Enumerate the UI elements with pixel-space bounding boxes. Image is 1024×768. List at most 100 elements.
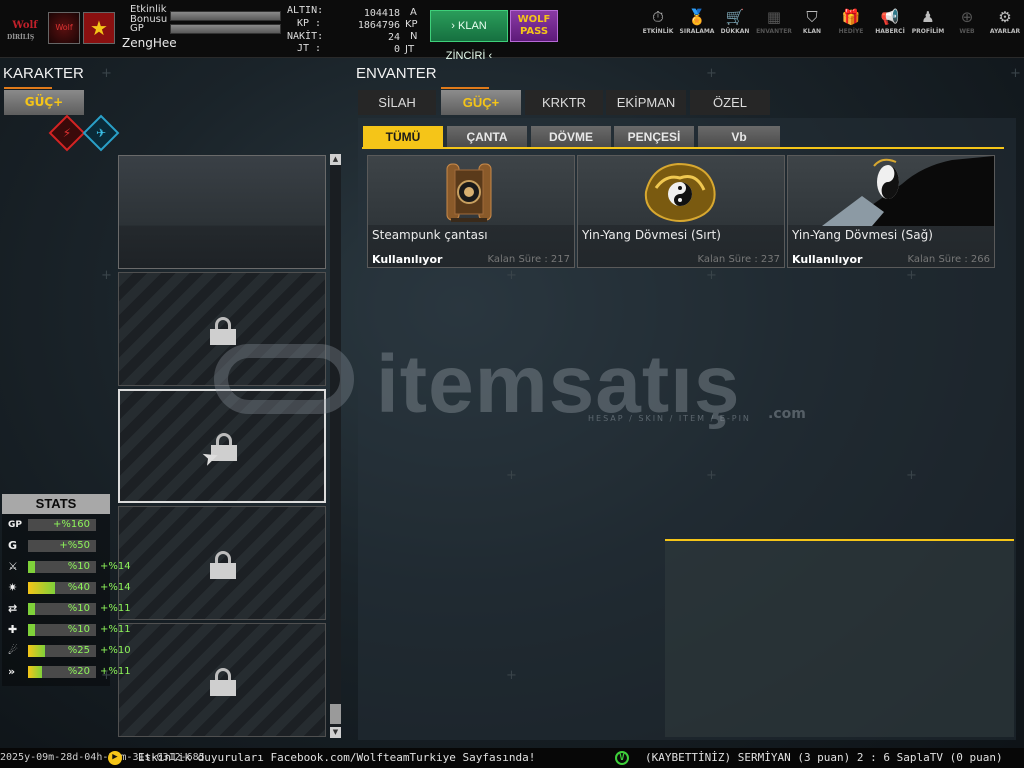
gp-icon: GP [8, 520, 22, 530]
nav-etkinlik[interactable]: ⏱ ETKİNLİK [638, 8, 678, 44]
nav-siralama[interactable]: 🏅 SIRALAMA [677, 8, 717, 44]
nav-label: HEDİYE [838, 28, 864, 35]
item-remaining-time: Kalan Süre : 266 [907, 254, 990, 265]
nav-web[interactable]: ⊕ WEB [947, 8, 987, 44]
nav-label: WEB [959, 28, 975, 35]
stat-row: ⇄ %10 +%11 [4, 602, 134, 616]
swap-icon: ⇄ [8, 602, 18, 615]
stat-bonus: +%14 [100, 561, 131, 572]
stat-value: %25 [67, 645, 90, 656]
item-remaining-time: Kalan Süre : 217 [487, 254, 570, 265]
news-ticker: 2025y-09m-28d-04h-23m-31s-0312-685 ▶ Etk… [0, 748, 1024, 768]
g-icon: G [8, 539, 18, 552]
burst-icon: ✷ [8, 581, 18, 594]
medal-icon: 🏅 [687, 8, 707, 26]
steampunk-bag-icon [443, 160, 495, 224]
character-slot-2[interactable] [118, 272, 326, 386]
rank-badge-icon[interactable]: ★ [83, 12, 115, 44]
event-bonus-bar [170, 11, 281, 21]
gp-label: GP [130, 23, 144, 34]
item-name: Steampunk çantası [372, 228, 488, 242]
character-slot-1[interactable] [118, 155, 326, 269]
event-bonus-label: Etkinlik Bonusu [130, 4, 168, 25]
tab-guc-plus-inventory[interactable]: GÜÇ+ [441, 90, 521, 115]
stat-value: %10 [67, 624, 90, 635]
nav-ayarlar[interactable]: ⚙ AYARLAR [985, 8, 1024, 44]
tab-ekipman[interactable]: EKİPMAN [606, 90, 686, 115]
tab-ozel[interactable]: ÖZEL [690, 90, 770, 115]
nav-label: ETKİNLİK [642, 28, 674, 35]
nakit-label: NAKİT: [287, 31, 324, 42]
decor-plus: + [101, 268, 112, 283]
lock-icon [210, 317, 236, 345]
scroll-up-icon[interactable]: ▲ [330, 154, 341, 165]
agility-class-icon[interactable]: ✈ [82, 114, 120, 152]
decor-plus: + [906, 468, 917, 483]
clan-badge[interactable]: Wolf [48, 12, 80, 44]
stat-value: %10 [67, 561, 90, 572]
clan-chain-button[interactable]: › KLAN ZİNCİRİ ‹ [430, 10, 508, 62]
decor-plus: + [1010, 66, 1021, 81]
nav-profilim[interactable]: ♟ PROFİLİM [908, 8, 948, 44]
stat-value: %40 [67, 582, 90, 593]
inventory-title: ENVANTER [356, 65, 437, 82]
subtab-canta[interactable]: ÇANTA [447, 126, 527, 148]
kp-unit: KP [405, 19, 418, 30]
nav-label: PROFİLİM [911, 28, 945, 35]
subtab-tumu[interactable]: TÜMÜ [363, 126, 443, 148]
character-slot-4[interactable] [118, 506, 326, 620]
slot-scrollbar[interactable]: ▲ ▼ [330, 154, 341, 738]
nav-hediye[interactable]: 🎁 HEDİYE [831, 8, 871, 44]
item-card-yinyang-right[interactable]: Yin-Yang Dövmesi (Sağ) Kullanılıyor Kala… [787, 155, 995, 268]
subtab-dovme[interactable]: DÖVME [531, 126, 611, 148]
inventory-icon: ▦ [766, 8, 782, 26]
tab-guc-plus[interactable]: GÜÇ+ [4, 90, 84, 115]
decor-plus: + [506, 268, 517, 283]
character-title-underline [4, 87, 52, 89]
nav-envanter[interactable]: ▦ ENVANTER [754, 8, 794, 44]
decor-plus: + [706, 468, 717, 483]
info-icon: ▶ [108, 751, 122, 765]
ticker-message-event: Etkinlik duyuruları Facebook.com/Wolftea… [138, 751, 536, 764]
nav-label: HABERCİ [875, 28, 905, 35]
subtab-vb[interactable]: Vb [698, 126, 780, 148]
nav-klan[interactable]: ⛉ KLAN [792, 8, 832, 44]
kp-label: KP : [297, 18, 322, 29]
nav-dükkan[interactable]: 🛒 DÜKKAN [715, 8, 755, 44]
stat-row: ✚ %10 +%11 [4, 623, 134, 637]
item-card-yinyang-back[interactable]: Yin-Yang Dövmesi (Sırt) Kalan Süre : 237 [577, 155, 785, 268]
nav-label: KLAN [802, 28, 822, 35]
tab-silah[interactable]: SİLAH [358, 90, 436, 115]
explosive-icon: ☄ [8, 644, 18, 657]
decor-plus: + [706, 268, 717, 283]
wolf-pass-button[interactable]: WOLF PASS [510, 10, 558, 42]
tab-krktr[interactable]: KRKTR [525, 90, 603, 115]
scroll-down-icon[interactable]: ▼ [330, 727, 341, 738]
item-status: Kullanılıyor [792, 253, 863, 266]
profile-icon: ♟ [921, 8, 935, 26]
item-detail-panel [665, 539, 1014, 737]
gp-bar [170, 24, 281, 34]
item-name: Yin-Yang Dövmesi (Sağ) [792, 228, 933, 242]
decor-plus: + [706, 66, 717, 81]
attack-class-icon[interactable]: ⚡ [48, 114, 86, 152]
gear-icon: ⚙ [998, 8, 1012, 26]
decor-plus: + [101, 668, 112, 683]
subtab-pencesi[interactable]: PENÇESİ [614, 126, 694, 148]
stat-value: %20 [67, 666, 90, 677]
ticker-message-match: (KAYBETTİNİZ) SERMİYAN (3 puan) 2 : 6 Sa… [645, 751, 1003, 764]
nakit-unit: N [410, 31, 418, 42]
character-slot-5[interactable] [118, 623, 326, 737]
nav-haberci[interactable]: 📢 HABERCİ [870, 8, 910, 44]
stopwatch-icon: ⏱ [652, 8, 664, 26]
match-result-icon: V [615, 751, 629, 765]
stats-header: STATS [2, 494, 110, 514]
stat-bonus: +%11 [100, 603, 131, 614]
stat-value: +%50 [59, 540, 90, 551]
speed-icon: » [8, 665, 16, 678]
cart-icon: 🛒 [725, 8, 745, 26]
character-slot-3[interactable]: ➤ [118, 389, 326, 503]
item-card-steampunk-bag[interactable]: Steampunk çantası Kullanılıyor Kalan Sür… [367, 155, 575, 268]
character-title: KARAKTER [3, 65, 84, 82]
scroll-thumb[interactable] [330, 704, 341, 724]
